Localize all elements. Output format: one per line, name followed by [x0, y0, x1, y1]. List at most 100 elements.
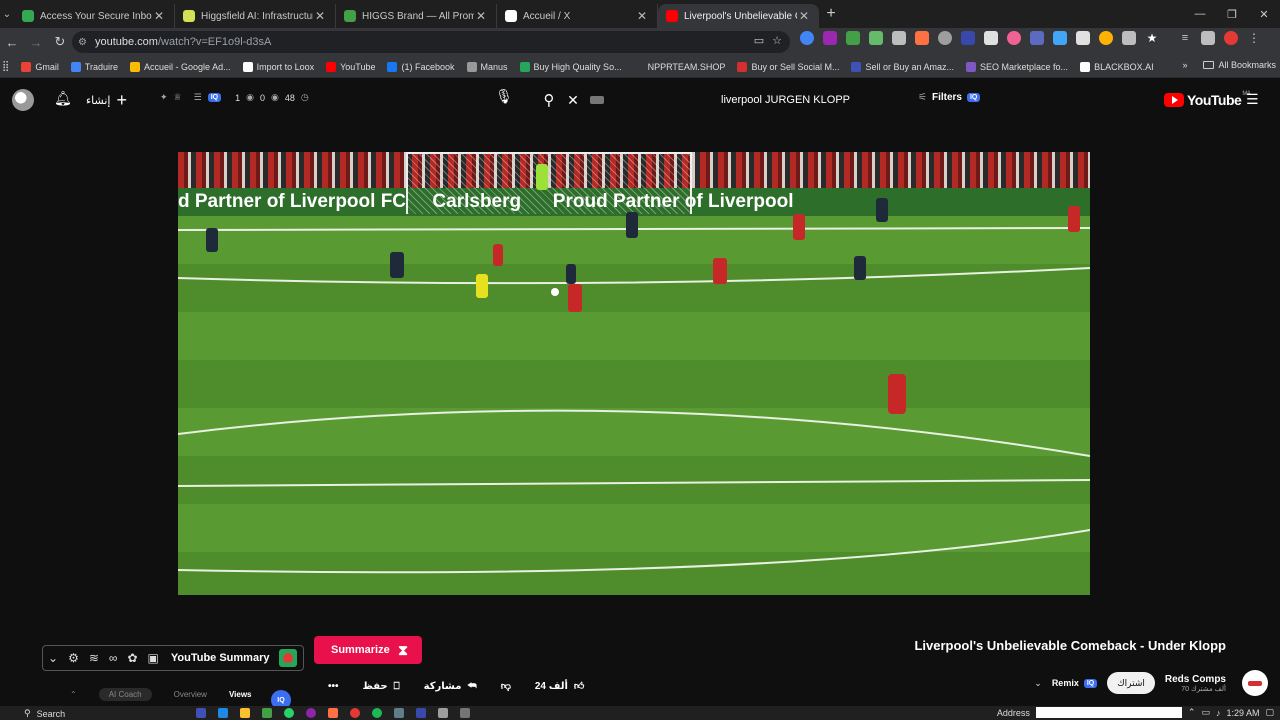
search-icon[interactable]: ⚲ — [534, 91, 564, 109]
minimize-icon[interactable]: — — [1184, 0, 1216, 28]
volume-icon[interactable]: ♪ — [1216, 708, 1221, 718]
hamburger-menu-icon[interactable]: ☰ — [1246, 91, 1259, 108]
pen-icon[interactable] — [984, 31, 998, 45]
extension-icon[interactable] — [1053, 31, 1067, 45]
youtube-summary-label[interactable]: YouTube Summary — [171, 652, 270, 664]
more-bookmarks-icon[interactable]: » — [1182, 60, 1187, 70]
bookmark-item[interactable]: SEO Marketplace fo... — [966, 61, 1068, 72]
tab-search-chevron-icon[interactable]: ⌄ — [0, 0, 14, 28]
star-icon[interactable]: ★ — [1145, 31, 1159, 45]
extension-icon[interactable] — [1099, 31, 1113, 45]
extension-icon[interactable] — [1201, 31, 1215, 45]
bookmark-star-icon[interactable]: ☆ — [772, 34, 782, 47]
app-icon[interactable] — [416, 708, 426, 718]
voice-search-mic-icon[interactable]: 🎙︎ — [492, 88, 516, 112]
back-icon[interactable]: ← — [0, 35, 24, 50]
tab-views[interactable]: Views — [229, 690, 252, 699]
bookmark-item[interactable]: Buy High Quality So... — [519, 61, 622, 72]
all-bookmarks[interactable]: All Bookmarks — [1203, 60, 1276, 70]
trophy-icon[interactable]: ♕ — [174, 92, 182, 103]
close-tab-icon[interactable]: ✕ — [313, 9, 327, 23]
extension-icon[interactable] — [800, 31, 814, 45]
like-button[interactable]: 24 ألف 👍︎ — [527, 676, 592, 696]
iq-badge[interactable]: IQ — [207, 93, 222, 102]
save-button[interactable]: حفظ ⎕ — [355, 676, 408, 696]
extension-icon[interactable] — [846, 31, 860, 45]
browser-tab[interactable]: Higgsfield AI: Infrastructure for✕ — [175, 4, 336, 28]
close-tab-icon[interactable]: ✕ — [152, 9, 166, 23]
bookmark-item[interactable]: Manus — [466, 61, 508, 72]
app-icon[interactable] — [328, 708, 338, 718]
remix-button[interactable]: Remix IQ — [1052, 678, 1098, 688]
puzzle-icon[interactable] — [1122, 31, 1136, 45]
close-tab-icon[interactable]: ✕ — [635, 9, 649, 23]
menu-lines-icon[interactable]: ≡ — [1178, 31, 1192, 45]
network-icon[interactable]: ▭ — [1201, 707, 1210, 718]
clock[interactable]: 1:29 AM — [1226, 708, 1259, 718]
extension-icon[interactable] — [1007, 31, 1021, 45]
extension-icon[interactable] — [915, 31, 929, 45]
bookmark-item[interactable]: (1) Facebook — [387, 61, 455, 72]
task-view-icon[interactable] — [196, 708, 206, 718]
bookmark-item[interactable]: YouTube — [326, 61, 375, 72]
notifications-icon[interactable]: ▢ — [1265, 707, 1274, 718]
app-icon[interactable] — [438, 708, 448, 718]
new-tab-button[interactable]: + — [819, 5, 843, 23]
bookmark-item[interactable]: Gmail — [21, 61, 59, 72]
app-icon[interactable] — [262, 708, 272, 718]
extension-icon[interactable] — [938, 31, 952, 45]
edge-icon[interactable] — [218, 708, 228, 718]
tv-icon[interactable]: ▣ — [148, 651, 159, 665]
bookmark-item[interactable]: Accueil - Google Ad... — [130, 61, 231, 72]
subscribe-button[interactable]: اشتراك — [1107, 672, 1155, 694]
clear-search-icon[interactable]: ✕ — [564, 92, 582, 109]
openai-icon[interactable]: ✿ — [127, 651, 137, 665]
browser-tab[interactable]: HIGGS Brand — All Prompts Us✕ — [336, 4, 497, 28]
bookmark-item[interactable]: Buy or Sell Social M... — [737, 61, 839, 72]
account-avatar[interactable] — [12, 89, 34, 111]
taskbar-search[interactable]: ⚲ Search — [24, 708, 65, 719]
apps-grid-icon[interactable]: ⣿ — [2, 61, 9, 72]
spotify-icon[interactable] — [372, 708, 382, 718]
browser-tab[interactable]: Access Your Secure Inbox | Atom✕ — [14, 4, 175, 28]
forward-icon[interactable]: → — [24, 35, 48, 50]
site-info-icon[interactable]: ⚙ — [78, 37, 87, 48]
url-input[interactable]: ⚙ youtube.com/watch?v=EF1o9l-d3sA ▭ ☆ — [72, 31, 790, 53]
gear-icon[interactable]: ⚙ — [68, 651, 79, 665]
profile-avatar[interactable] — [1224, 31, 1238, 45]
close-tab-icon[interactable]: ✕ — [797, 9, 811, 23]
extension-icon[interactable] — [1076, 31, 1090, 45]
restore-icon[interactable]: ❐ — [1216, 0, 1248, 28]
chrome-icon[interactable] — [350, 708, 360, 718]
collapse-icon[interactable]: ⌃ — [70, 690, 77, 699]
keyboard-icon[interactable] — [590, 96, 604, 104]
whatsapp-icon[interactable] — [284, 708, 294, 718]
extension-icon[interactable] — [869, 31, 883, 45]
browser-menu-icon[interactable]: ⋮ — [1247, 31, 1261, 45]
browser-tab[interactable]: Liverpool's Unbelievable Co ✕ — [658, 4, 819, 28]
tab-ai-coach[interactable]: AI Coach — [98, 688, 152, 701]
app-icon[interactable] — [460, 708, 470, 718]
address-toolbar-input[interactable] — [1035, 707, 1182, 718]
list-icon[interactable]: ☰ — [194, 92, 202, 103]
close-window-icon[interactable]: ✕ — [1248, 0, 1280, 28]
extension-icon[interactable] — [892, 31, 906, 45]
chevron-down-icon[interactable]: ⌄ — [48, 651, 58, 665]
app-icon[interactable] — [394, 708, 404, 718]
more-actions-button[interactable]: ••• — [320, 676, 347, 696]
tab-overview[interactable]: Overview — [174, 690, 207, 699]
bookmark-item[interactable]: Sell or Buy an Amaz... — [851, 61, 954, 72]
bookmark-item[interactable]: Traduire — [70, 61, 118, 72]
filters-button[interactable]: ⚟ Filters IQ — [918, 92, 981, 103]
youtube-logo[interactable]: YouTube MA — [1164, 91, 1251, 108]
explorer-icon[interactable] — [240, 708, 250, 718]
tray-chevron-icon[interactable]: ⌃ — [1188, 707, 1196, 718]
browser-tab[interactable]: Accueil / X ✕ — [497, 4, 658, 28]
app-icon[interactable] — [306, 708, 316, 718]
close-tab-icon[interactable]: ✕ — [474, 9, 488, 23]
summarize-button[interactable]: Summarize ⧗ — [314, 636, 422, 664]
sparkle-icon[interactable]: ✦ — [160, 92, 168, 103]
channel-name-block[interactable]: Reds Comps 70 ألف مشترك — [1165, 674, 1226, 693]
search-input[interactable]: liverpool JURGEN KLOPP — [721, 94, 864, 106]
extension-icon[interactable] — [1030, 31, 1044, 45]
